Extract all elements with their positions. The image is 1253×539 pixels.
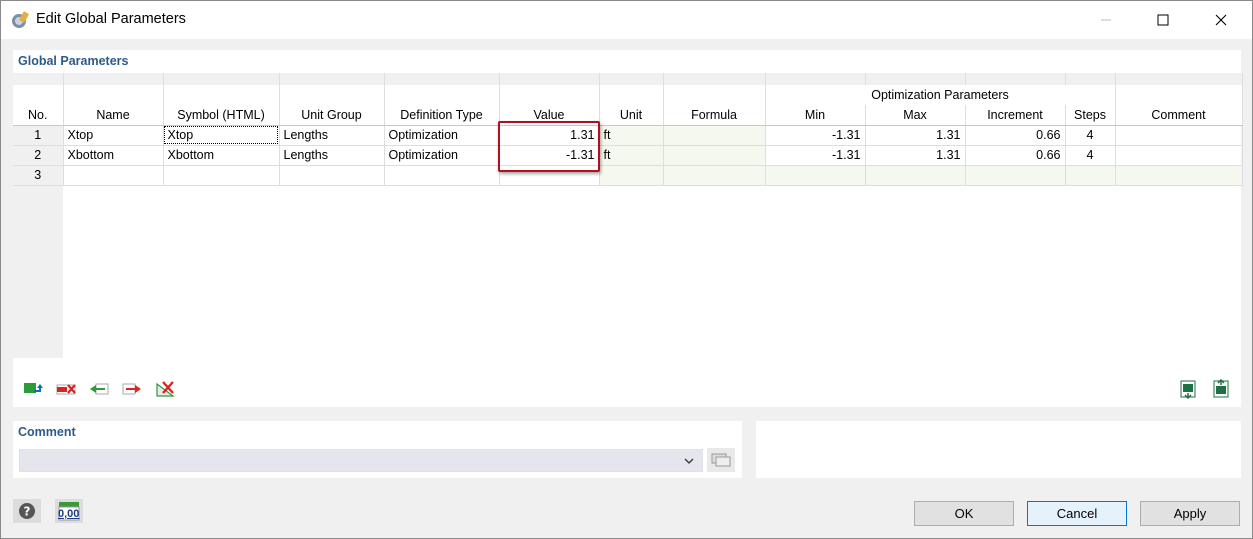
col-header-formula[interactable]: Formula — [663, 105, 766, 126]
info-panel — [756, 421, 1241, 478]
row-number[interactable]: 2 — [13, 145, 64, 166]
maximize-icon — [1157, 14, 1169, 26]
cell-unit-group[interactable] — [279, 165, 385, 186]
close-button[interactable] — [1198, 1, 1244, 39]
chevron-down-icon — [684, 458, 694, 464]
global-parameters-header: Global Parameters — [18, 54, 129, 68]
comment-select[interactable] — [19, 449, 703, 472]
cell-max[interactable]: 1.31 — [865, 125, 966, 146]
cell-min[interactable]: -1.31 — [765, 145, 866, 166]
cell-min[interactable]: -1.31 — [765, 125, 866, 146]
row-header-column-fill — [13, 186, 63, 358]
export-excel-icon — [1180, 380, 1196, 399]
svg-text:?: ? — [24, 505, 31, 519]
cell-definition-type[interactable]: Optimization — [384, 145, 500, 166]
parameters-table[interactable]: Optimization Parameters No. Name Symbol … — [13, 73, 1243, 186]
col-header-increment[interactable]: Increment — [965, 105, 1066, 126]
help-icon: ? — [19, 503, 35, 519]
import-excel-icon — [1213, 379, 1229, 398]
col-header-comment[interactable]: Comment — [1115, 105, 1243, 126]
library-icon — [711, 453, 731, 467]
col-header-symbol[interactable]: Symbol (HTML) — [163, 105, 280, 126]
cell-name[interactable]: Xbottom — [63, 145, 164, 166]
cell-max[interactable]: 1.31 — [865, 145, 966, 166]
maximize-button[interactable] — [1140, 1, 1186, 39]
header-group-cell — [13, 85, 64, 105]
table-row[interactable]: 1 Xtop Xtop Lengths Optimization 1.31 ft… — [13, 125, 1243, 146]
cell-formula[interactable] — [663, 145, 766, 166]
optimization-parameters-header: Optimization Parameters — [765, 85, 1116, 105]
col-header-unit[interactable]: Unit — [599, 105, 664, 126]
cell-max[interactable] — [865, 165, 966, 186]
delete-all-icon — [156, 381, 175, 397]
cell-symbol[interactable] — [163, 165, 280, 186]
col-header-max[interactable]: Max — [865, 105, 966, 126]
cell-comment[interactable] — [1115, 125, 1243, 146]
minimize-icon — [1101, 19, 1111, 21]
delete-row-icon — [56, 384, 76, 395]
minimize-button[interactable] — [1083, 1, 1129, 39]
title-bar: Edit Global Parameters — [1, 1, 1252, 39]
cell-steps[interactable]: 4 — [1065, 145, 1116, 166]
cell-formula[interactable] — [663, 125, 766, 146]
col-header-definition-type[interactable]: Definition Type — [384, 105, 500, 126]
cell-comment[interactable] — [1115, 165, 1243, 186]
app-icon — [12, 11, 29, 28]
cancel-button[interactable]: Cancel — [1027, 501, 1127, 526]
cell-formula[interactable] — [663, 165, 766, 186]
cell-steps[interactable]: 4 — [1065, 125, 1116, 146]
cell-name[interactable]: Xtop — [63, 125, 164, 146]
col-header-min[interactable]: Min — [765, 105, 866, 126]
export-excel-button[interactable] — [1174, 377, 1202, 401]
col-header-unit-group[interactable]: Unit Group — [279, 105, 385, 126]
cell-increment[interactable]: 0.66 — [965, 125, 1066, 146]
apply-button[interactable]: Apply — [1140, 501, 1240, 526]
row-number[interactable]: 3 — [13, 165, 64, 186]
window-title: Edit Global Parameters — [36, 11, 186, 27]
move-left-icon — [90, 383, 109, 395]
header-group-row: Optimization Parameters — [13, 85, 1243, 105]
move-right-icon — [122, 383, 141, 395]
cell-unit-group[interactable]: Lengths — [279, 145, 385, 166]
cell-increment[interactable] — [965, 165, 1066, 186]
value-highlight-box — [498, 121, 600, 172]
dialog-window: Edit Global Parameters Global Parameters — [0, 0, 1253, 539]
import-excel-button[interactable] — [1207, 377, 1235, 401]
cell-unit — [599, 165, 664, 186]
table-row[interactable]: 3 — [13, 165, 1243, 186]
cell-definition-type[interactable]: Optimization — [384, 125, 500, 146]
help-button[interactable]: ? — [13, 499, 41, 523]
units-icon-text: 0,00 — [58, 508, 80, 520]
insert-row-button[interactable] — [19, 377, 47, 401]
cell-name[interactable] — [63, 165, 164, 186]
move-left-button[interactable] — [85, 377, 113, 401]
cell-unit: ft — [599, 125, 664, 146]
close-icon — [1215, 14, 1227, 26]
insert-row-icon — [24, 383, 43, 393]
cell-symbol[interactable]: Xbottom — [163, 145, 280, 166]
cell-unit-group[interactable]: Lengths — [279, 125, 385, 146]
move-right-button[interactable] — [118, 377, 146, 401]
table-row[interactable]: 2 Xbottom Xbottom Lengths Optimization -… — [13, 145, 1243, 166]
cell-steps[interactable] — [1065, 165, 1116, 186]
cell-min[interactable] — [765, 165, 866, 186]
cell-definition-type[interactable] — [384, 165, 500, 186]
delete-all-button[interactable] — [151, 377, 179, 401]
header-spacer-row — [13, 73, 1243, 85]
cell-symbol[interactable]: Xtop — [163, 125, 280, 146]
comment-library-button[interactable] — [707, 448, 735, 472]
units-button[interactable]: 0,00 — [55, 499, 83, 523]
col-header-name[interactable]: Name — [63, 105, 164, 126]
cell-unit: ft — [599, 145, 664, 166]
comment-header: Comment — [18, 425, 76, 439]
col-header-no[interactable]: No. — [13, 105, 64, 126]
ok-button[interactable]: OK — [914, 501, 1014, 526]
header-columns-row: No. Name Symbol (HTML) Unit Group Defini… — [13, 105, 1243, 126]
cell-increment[interactable]: 0.66 — [965, 145, 1066, 166]
row-number[interactable]: 1 — [13, 125, 64, 146]
cell-comment[interactable] — [1115, 145, 1243, 166]
col-header-steps[interactable]: Steps — [1065, 105, 1116, 126]
delete-row-button[interactable] — [52, 377, 80, 401]
